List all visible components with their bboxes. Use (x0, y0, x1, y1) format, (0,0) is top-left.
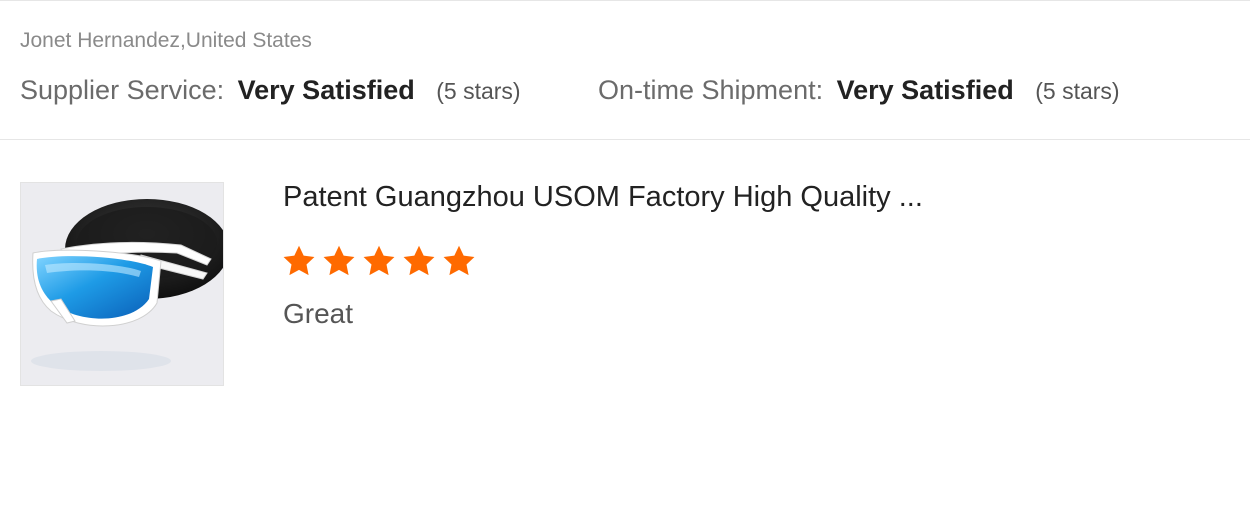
product-title[interactable]: Patent Guangzhou USOM Factory High Quali… (283, 181, 923, 214)
product-star-rating (281, 243, 477, 279)
reviewer-name-location: Jonet Hernandez,United States (20, 29, 312, 52)
supplier-service-stars-text: (5 stars) (436, 78, 521, 104)
star-icon (281, 243, 317, 279)
star-icon (401, 243, 437, 279)
review-card: Jonet Hernandez,United States Supplier S… (0, 0, 1250, 510)
review-text: Great (283, 298, 354, 329)
on-time-shipment-label: On-time Shipment: (598, 75, 824, 105)
on-time-shipment-rating: On-time Shipment: Very Satisfied (5 star… (598, 75, 1120, 106)
supplier-service-value: Very Satisfied (237, 75, 415, 105)
top-divider (0, 0, 1250, 1)
supplier-service-rating: Supplier Service: Very Satisfied (5 star… (20, 75, 521, 106)
product-thumbnail[interactable] (20, 182, 224, 386)
section-divider (0, 139, 1250, 140)
on-time-shipment-stars-text: (5 stars) (1035, 78, 1120, 104)
star-icon (361, 243, 397, 279)
on-time-shipment-value: Very Satisfied (836, 75, 1014, 105)
star-icon (441, 243, 477, 279)
sunglasses-image (21, 183, 223, 385)
star-icon (321, 243, 357, 279)
supplier-service-label: Supplier Service: (20, 75, 225, 105)
